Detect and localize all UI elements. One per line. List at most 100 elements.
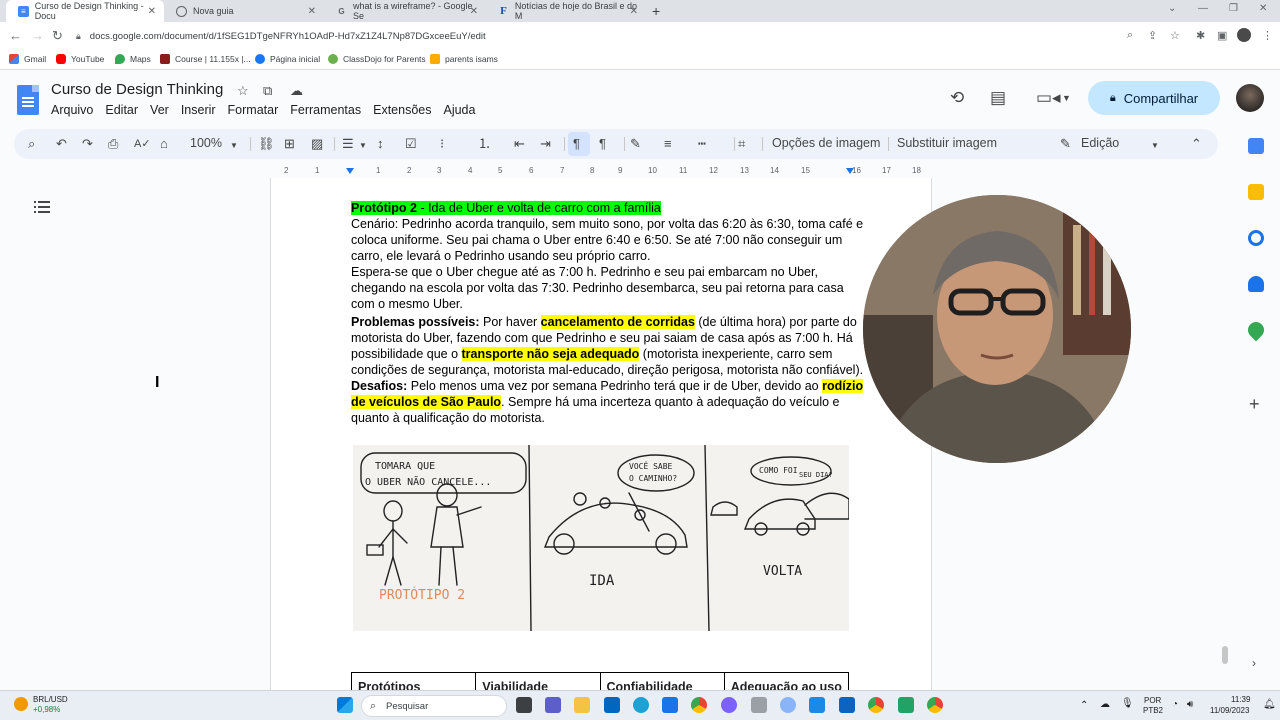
spellcheck-icon[interactable]: A✓ bbox=[134, 135, 151, 153]
bookmark-course[interactable]: Course | 11.155x |... bbox=[160, 54, 251, 64]
ticker-widget[interactable]: BRL/USD +0,98% bbox=[14, 695, 68, 715]
collapse-menus-icon[interactable]: ⌃ bbox=[1191, 135, 1202, 153]
share-button[interactable]: 🔒︎ Compartilhar bbox=[1088, 81, 1220, 115]
border-color-icon[interactable]: ✎ bbox=[630, 135, 641, 153]
app-icon[interactable] bbox=[721, 697, 737, 713]
window-close-icon[interactable]: ✕ bbox=[1259, 3, 1267, 14]
back-icon[interactable]: ← bbox=[9, 28, 22, 43]
chevron-right-icon[interactable]: › bbox=[1252, 656, 1256, 670]
document-title[interactable]: Curso de Design Thinking bbox=[51, 81, 223, 98]
add-comment-icon[interactable]: ⊞ bbox=[284, 135, 295, 153]
bookmark-gmail[interactable]: Gmail bbox=[9, 54, 46, 64]
share-page-icon[interactable]: ⇪ bbox=[1148, 29, 1157, 42]
restore-icon[interactable]: ❐ bbox=[1229, 3, 1238, 14]
reload-icon[interactable]: ↻ bbox=[52, 28, 63, 44]
bulleted-list-icon[interactable]: ⁝ bbox=[440, 135, 444, 153]
insert-link-icon[interactable]: ⛓ bbox=[258, 135, 275, 153]
chevron-down-icon[interactable]: ▼ bbox=[1151, 137, 1159, 155]
align-left-icon[interactable]: ☰ bbox=[342, 135, 354, 153]
star-icon[interactable]: ☆ bbox=[237, 83, 249, 99]
maps-icon[interactable] bbox=[1244, 318, 1268, 342]
new-tab-button[interactable]: + bbox=[648, 0, 668, 22]
decrease-indent-icon[interactable]: ⇤ bbox=[514, 135, 525, 153]
checklist-icon[interactable]: ☑ bbox=[405, 135, 417, 153]
table-header-cell[interactable]: Confiabilidade bbox=[601, 673, 725, 690]
tab-curso-design-thinking[interactable]: ≡ Curso de Design Thinking - Docu ✕ bbox=[6, 0, 164, 22]
evaluation-table[interactable]: Protótipos Viabilidade Confiabilidade Ad… bbox=[351, 672, 849, 690]
print-icon[interactable]: ⎙ bbox=[108, 135, 118, 153]
app-icon[interactable] bbox=[662, 697, 678, 713]
add-addon-icon[interactable]: + bbox=[1249, 394, 1260, 415]
url-field[interactable]: 🔒︎ docs.google.com/document/d/1fSEG1DTge… bbox=[76, 25, 1176, 47]
task-view-icon[interactable] bbox=[516, 697, 532, 713]
menu-ver[interactable]: Ver bbox=[150, 103, 169, 117]
menu-extensoes[interactable]: Extensões bbox=[373, 103, 431, 117]
undo-icon[interactable]: ↶ bbox=[56, 135, 67, 153]
table-header-cell[interactable]: Protótipos bbox=[352, 673, 477, 690]
profile-r-icon[interactable] bbox=[780, 697, 796, 713]
store-icon[interactable] bbox=[604, 697, 620, 713]
volume-icon[interactable]: 🔊︎ bbox=[1187, 699, 1193, 710]
paint-format-icon[interactable]: ⌂ bbox=[160, 135, 168, 153]
chevron-down-icon[interactable]: ▼ bbox=[359, 137, 367, 155]
profile-avatar[interactable] bbox=[1237, 28, 1251, 42]
chevron-down-icon[interactable]: ▼ bbox=[1062, 93, 1071, 103]
chevron-up-icon[interactable]: ⌃ bbox=[1080, 700, 1088, 711]
tab-search-icon[interactable]: ⌄ bbox=[1168, 3, 1176, 14]
zoom-icon[interactable]: ⌕ bbox=[1127, 29, 1133, 42]
left-to-right-icon[interactable]: ¶ bbox=[573, 135, 580, 153]
numbered-list-icon[interactable]: ⒈ bbox=[478, 135, 491, 153]
horizontal-ruler[interactable]: 2 1 1 2 3 4 5 6 7 8 9 10 11 12 13 14 15 … bbox=[270, 165, 932, 179]
bookmark-parents-isams[interactable]: parents isams bbox=[430, 54, 498, 64]
cloud-icon[interactable]: ☁︎ bbox=[1100, 699, 1110, 710]
border-dash-icon[interactable]: ┅ bbox=[698, 135, 706, 153]
right-to-left-icon[interactable]: ¶ bbox=[599, 135, 606, 153]
forward-icon[interactable]: → bbox=[31, 28, 44, 43]
tab-noticias[interactable]: F Notícias de hoje do Brasil e do M ✕ bbox=[486, 0, 646, 22]
close-icon[interactable]: ✕ bbox=[308, 6, 316, 17]
document-page[interactable]: Protótipo 2 - Ida de Uber e volta de car… bbox=[270, 178, 932, 690]
clock-date[interactable]: 11/09/2023 bbox=[1210, 706, 1249, 715]
tab-nova-guia[interactable]: Nova guia ✕ bbox=[164, 0, 324, 22]
zoom-select[interactable]: 100% bbox=[190, 136, 222, 150]
bookmark-pagina-inicial[interactable]: Página inicial bbox=[255, 54, 320, 64]
search-menus-icon[interactable]: ⌕ bbox=[28, 135, 35, 153]
side-panel-icon[interactable]: ▣ bbox=[1217, 29, 1227, 42]
menu-ajuda[interactable]: Ajuda bbox=[443, 103, 475, 117]
redo-icon[interactable]: ↷ bbox=[82, 135, 93, 153]
chrome-icon[interactable] bbox=[927, 697, 943, 713]
microphone-icon[interactable]: 🎙︎ bbox=[1121, 698, 1134, 709]
windows-start-icon[interactable] bbox=[337, 697, 353, 713]
cloud-saved-icon[interactable]: ☁︎ bbox=[290, 83, 303, 99]
browser-menu-icon[interactable]: ⋮ bbox=[1262, 29, 1273, 42]
keyboard-layout[interactable]: PTB2 bbox=[1143, 706, 1163, 715]
bookmark-maps[interactable]: Maps bbox=[115, 54, 151, 64]
google-docs-logo-icon[interactable] bbox=[17, 85, 39, 115]
language-code[interactable]: POR bbox=[1144, 696, 1161, 705]
editing-mode-select[interactable]: Edição bbox=[1081, 136, 1119, 150]
calendar-icon[interactable] bbox=[1248, 138, 1264, 154]
app-icon[interactable] bbox=[839, 697, 855, 713]
insert-image-icon[interactable]: ▨ bbox=[311, 135, 323, 153]
bookmark-star-icon[interactable]: ☆ bbox=[1170, 29, 1180, 42]
line-spacing-icon[interactable]: ↕ bbox=[377, 135, 384, 153]
edge-icon[interactable] bbox=[633, 697, 649, 713]
account-avatar[interactable] bbox=[1236, 84, 1264, 112]
close-icon[interactable]: ✕ bbox=[470, 6, 478, 17]
pencil-edit-icon[interactable]: ✎ bbox=[1060, 135, 1071, 153]
chrome-icon[interactable] bbox=[868, 697, 884, 713]
extensions-icon[interactable]: ✱ bbox=[1196, 29, 1205, 42]
teams-chat-icon[interactable] bbox=[545, 697, 561, 713]
chrome-icon[interactable] bbox=[691, 697, 707, 713]
menu-editar[interactable]: Editar bbox=[105, 103, 138, 117]
tasks-icon[interactable] bbox=[1248, 230, 1264, 246]
contacts-icon[interactable] bbox=[1248, 276, 1264, 292]
vscode-icon[interactable] bbox=[809, 697, 825, 713]
close-icon[interactable]: ✕ bbox=[630, 6, 638, 17]
storyboard-sketch-image[interactable]: TOMARA QUE O UBER NÃO CANCELE... VOCÊ SA… bbox=[353, 444, 850, 632]
chevron-down-icon[interactable]: ▼ bbox=[230, 137, 238, 155]
meet-video-icon[interactable]: ▭◂ bbox=[1036, 88, 1061, 108]
table-header-cell[interactable]: Viabilidade bbox=[476, 673, 601, 690]
menu-arquivo[interactable]: Arquivo bbox=[51, 103, 93, 117]
vertical-scrollbar-thumb[interactable] bbox=[1222, 646, 1228, 664]
